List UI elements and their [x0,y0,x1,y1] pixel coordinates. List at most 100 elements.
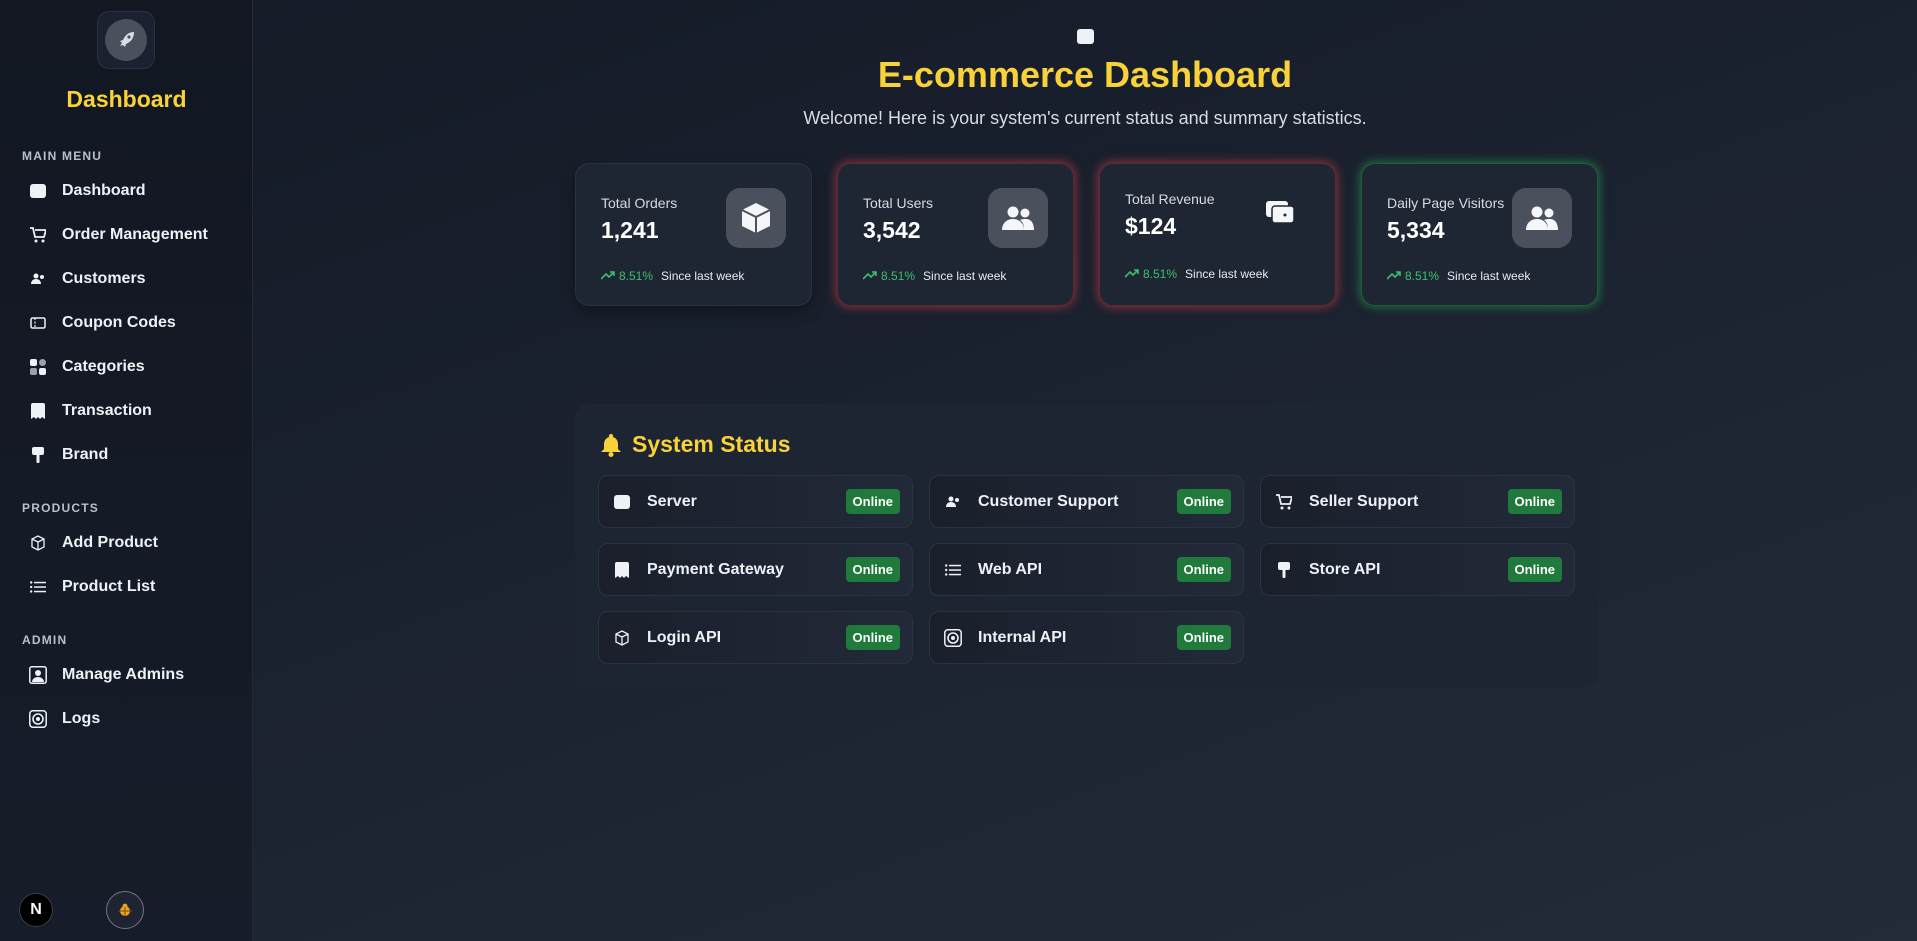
stat-card-total-orders[interactable]: Total Orders 1,241 8.51% Since last week [575,163,812,306]
brand-icon [29,446,47,464]
dashboard-icon [613,493,631,511]
rocket-icon [105,19,147,61]
status-badge: Online [845,489,900,514]
stat-trend: 8.51% Since last week [862,269,1007,283]
sidebar-item-label: Logs [62,710,101,727]
status-item-label: Web API [978,560,1043,578]
ticket-icon [29,314,47,332]
stat-trend-percent: 8.51% [1405,269,1440,283]
logo[interactable] [97,11,155,69]
stat-trend-since: Since last week [1185,267,1269,281]
sidebar-item-order-management[interactable]: Order Management [22,217,237,253]
status-badge: Online [1176,489,1231,514]
stat-label: Total Revenue [1125,191,1215,207]
sidebar-item-label: Manage Admins [62,666,185,683]
sidebar-item-label: Order Management [62,226,208,243]
status-item-store-api[interactable]: Store API Online [1260,543,1575,596]
sidebar: Dashboard MAIN MENU Dashboard Order Mana… [0,0,253,941]
sidebar-item-label: Categories [62,358,145,375]
list-icon [29,578,47,596]
sidebar-item-add-product[interactable]: Add Product [22,525,237,561]
stat-label: Total Orders [601,195,678,211]
sidebar-item-label: Customers [62,270,146,287]
trend-up-icon [1386,269,1401,283]
sidebar-item-brand[interactable]: Brand [22,437,237,473]
stat-value: 1,241 [601,217,659,243]
sidebar-item-label: Product List [62,578,156,595]
receipt-icon [613,561,631,579]
receipt-icon [29,402,47,420]
bell-icon [600,433,622,457]
status-item-server[interactable]: Server Online [598,475,913,528]
status-item-label: Payment Gateway [647,560,784,578]
stat-label: Total Users [863,195,934,211]
stat-value: 5,334 [1387,217,1445,243]
status-item-label: Server [647,492,697,510]
sidebar-item-coupon-codes[interactable]: Coupon Codes [22,305,237,341]
status-badge: Online [1507,489,1562,514]
sidebar-item-product-list[interactable]: Product List [22,569,237,605]
stat-value: 3,542 [863,217,921,243]
status-item-web-api[interactable]: Web API Online [929,543,1244,596]
status-item-login-api[interactable]: Login API Online [598,611,913,664]
page-subtitle: Welcome! Here is your system's current s… [803,108,1367,128]
stat-trend-percent: 8.51% [881,269,916,283]
system-status-title: System Status [600,431,791,458]
status-item-payment-gateway[interactable]: Payment Gateway Online [598,543,913,596]
stat-trend: 8.51% Since last week [1386,269,1531,283]
users-icon [988,188,1048,248]
status-badge: Online [1507,557,1562,582]
sidebar-item-label: Transaction [62,402,152,419]
sidebar-item-manage-admins[interactable]: Manage Admins [22,657,237,693]
box-icon [726,188,786,248]
stat-trend-percent: 8.51% [1143,267,1178,281]
page-title: E-commerce Dashboard [877,54,1293,95]
list-icon [944,561,962,579]
stat-card-total-users[interactable]: Total Users 3,542 8.51% Since last week [837,163,1074,306]
sidebar-item-dashboard[interactable]: Dashboard [22,173,237,209]
box-icon [613,629,631,647]
stat-card-total-revenue[interactable]: Total Revenue $124 8.51% Since last week [1099,163,1336,306]
section-main-menu: MAIN MENU [22,149,103,163]
dashboard-icon [29,182,47,200]
stat-trend-since: Since last week [923,269,1007,283]
bug-icon[interactable] [106,891,144,929]
status-item-label: Store API [1309,560,1381,578]
stat-trend: 8.51% Since last week [1124,267,1269,281]
status-item-customer-support[interactable]: Customer Support Online [929,475,1244,528]
stat-trend-percent: 8.51% [619,269,654,283]
admin-icon [29,666,47,684]
framework-badge[interactable]: N [19,893,53,927]
brand-icon [1275,561,1293,579]
logs-icon [29,710,47,728]
stat-card-daily-page-visitors[interactable]: Daily Page Visitors 5,334 8.51% Since la… [1361,163,1598,306]
sidebar-item-label: Dashboard [62,182,146,199]
status-item-seller-support[interactable]: Seller Support Online [1260,475,1575,528]
sidebar-item-logs[interactable]: Logs [22,701,237,737]
stat-trend: 8.51% Since last week [600,269,745,283]
users-icon [29,270,47,288]
status-badge: Online [1176,557,1231,582]
sidebar-item-label: Add Product [62,534,158,551]
cart-icon [29,226,47,244]
grid-icon [29,358,47,376]
status-item-label: Customer Support [978,492,1119,510]
status-badge: Online [845,625,900,650]
status-item-internal-api[interactable]: Internal API Online [929,611,1244,664]
users-icon [1512,188,1572,248]
stat-value: $124 [1125,213,1177,239]
status-item-label: Login API [647,628,722,646]
system-status-label: System Status [632,431,791,457]
stat-trend-since: Since last week [661,269,745,283]
stat-trend-since: Since last week [1447,269,1531,283]
status-badge: Online [845,557,900,582]
sidebar-item-categories[interactable]: Categories [22,349,237,385]
sidebar-item-transaction[interactable]: Transaction [22,393,237,429]
sidebar-item-label: Coupon Codes [62,314,176,331]
trend-up-icon [1124,267,1139,281]
trend-up-icon [862,269,877,283]
users-icon [944,493,962,511]
box-icon [29,534,47,552]
status-badge: Online [1176,625,1231,650]
sidebar-item-customers[interactable]: Customers [22,261,237,297]
